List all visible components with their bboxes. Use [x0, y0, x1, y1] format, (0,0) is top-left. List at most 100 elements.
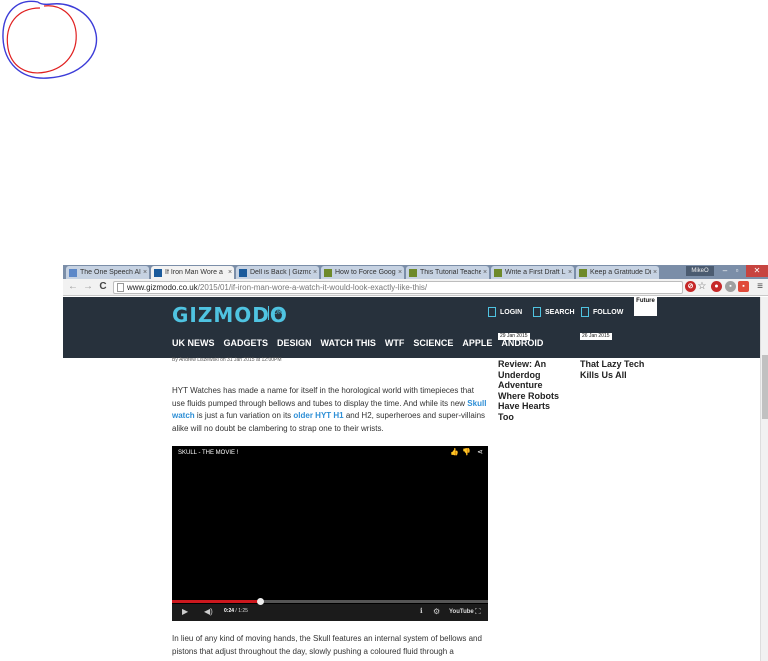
progress-bar[interactable]	[172, 598, 488, 605]
menu-icon[interactable]: ≡	[754, 281, 766, 293]
tab-title: Write a First Draft L	[505, 269, 566, 276]
sidebar-story-line: Adventure	[498, 380, 543, 390]
scribble-red-loop	[6, 5, 77, 74]
back-button[interactable]: ←	[67, 281, 79, 293]
tab-title: How to Force Googl	[335, 269, 396, 276]
article-byline: By Andrew Liszewski on 31 Jan 2015 at 12…	[172, 357, 282, 363]
video-title[interactable]: SKULL - THE MOVIE !	[178, 450, 238, 456]
progress-knob[interactable]	[257, 598, 265, 605]
video-time: 0:24 / 1:25	[224, 608, 248, 614]
user-profile-badge[interactable]: MikeO	[686, 266, 714, 276]
chrome-page-icon	[69, 268, 77, 277]
site-nav-item[interactable]: GADGETS	[224, 338, 269, 348]
video-player[interactable]: SKULL - THE MOVIE ! 👍 👎 ⋖ ▶ ◀) 0:24 / 1:…	[172, 446, 488, 621]
gizmodo-favicon	[154, 268, 162, 277]
tab-close-icon[interactable]: ×	[396, 269, 404, 276]
maximize-button[interactable]: ▫	[728, 265, 746, 277]
site-header: GIZMODO UK LOGIN SEARCH FOLLOW Future UK…	[63, 297, 760, 358]
tab-close-icon[interactable]: ×	[481, 269, 489, 276]
sidebar-story-line: Review: An	[498, 359, 547, 369]
progress-fill	[172, 600, 261, 603]
site-nav-item[interactable]: DESIGN	[277, 338, 312, 348]
like-icon[interactable]: 👍	[450, 449, 459, 457]
youtube-logo[interactable]: YouTube	[449, 607, 474, 617]
bookmark-star-icon[interactable]: ☆	[696, 281, 708, 293]
browser-tab[interactable]: Dell is Back | Gizmo ×	[236, 266, 319, 279]
site-nav-item[interactable]: WTF	[385, 338, 405, 348]
search-icon	[533, 307, 541, 317]
close-window-button[interactable]: ✕	[746, 265, 768, 277]
reload-button[interactable]: C	[97, 281, 109, 293]
browser-tab[interactable]: This Tutorial Teache ×	[406, 266, 489, 279]
video-controls: ▶ ◀) 0:24 / 1:25 ℹ ⚙ YouTube ⛶	[172, 598, 488, 621]
play-icon[interactable]: ▶	[182, 607, 188, 617]
extension-puzzle-icon[interactable]: ▪	[725, 281, 736, 292]
tab-close-icon[interactable]: ×	[566, 269, 574, 276]
forward-button[interactable]: →	[82, 281, 94, 293]
tab-close-icon[interactable]: ×	[651, 269, 659, 276]
info-icon[interactable]: ℹ	[420, 607, 423, 617]
block-icon[interactable]: ⊘	[685, 281, 696, 292]
tab-title: If Iron Man Wore a	[165, 269, 223, 276]
future-badge[interactable]: Future	[634, 297, 657, 316]
site-nav-item[interactable]: WATCH THIS	[321, 338, 376, 348]
browser-tab[interactable]: Keep a Gratitude Dia ×	[576, 266, 659, 279]
tab-close-icon[interactable]: ×	[311, 269, 319, 276]
sidebar-story-1[interactable]: Review: An Underdog Adventure Where Robots H…	[498, 359, 559, 422]
edition-label: UK	[268, 306, 283, 320]
scrollbar-thumb[interactable]	[762, 355, 768, 419]
browser-tab[interactable]: How to Force Googl ×	[321, 266, 404, 279]
share-icon[interactable]: ⋖	[476, 449, 484, 457]
lifehacker-favicon	[409, 268, 417, 277]
site-nav-item[interactable]: APPLE	[462, 338, 492, 348]
dislike-icon[interactable]: 👎	[462, 449, 471, 457]
gizmodo-favicon	[239, 268, 247, 277]
p1-text-a: HYT Watches has made a name for itself i…	[172, 386, 474, 408]
browser-tab[interactable]: Write a First Draft L ×	[491, 266, 574, 279]
time-current: 0:24	[224, 608, 235, 614]
lifehacker-favicon	[494, 268, 502, 277]
page-scrollbar[interactable]	[760, 297, 768, 661]
article-paragraph-2: In lieu of any kind of moving hands, the…	[172, 634, 482, 656]
lifehacker-favicon	[579, 268, 587, 277]
site-nav-item[interactable]: SCIENCE	[413, 338, 453, 348]
site-nav-item[interactable]: UK NEWS	[172, 338, 215, 348]
site-nav: UK NEWS GADGETS DESIGN WATCH THIS WTF SCIENCE…	[172, 338, 552, 348]
sidebar-story-2[interactable]: That Lazy Tech Kills Us All	[580, 359, 644, 380]
browser-toolbar: ← → C www.gizmodo.co.uk/2015/01/if-iron-…	[63, 279, 768, 296]
tab-close-icon[interactable]: ×	[226, 269, 234, 276]
older-hyt-h1-link[interactable]: older HYT H1	[293, 411, 343, 420]
address-bar[interactable]: www.gizmodo.co.uk/2015/01/if-iron-man-wo…	[113, 281, 683, 294]
extension-red-icon[interactable]: ●	[711, 281, 722, 292]
sidebar-story-line: Kills Us All	[580, 369, 627, 380]
page-content: GIZMODO UK LOGIN SEARCH FOLLOW Future UK…	[63, 297, 768, 661]
time-total: 1:25	[238, 608, 248, 614]
sidebar-story-line: That Lazy Tech	[580, 359, 645, 369]
login-label: LOGIN	[500, 308, 523, 316]
tab-close-icon[interactable]: ×	[141, 269, 149, 276]
browser-tab[interactable]: If Iron Man Wore a ×	[151, 266, 234, 279]
sidebar-story-line: Underdog	[498, 369, 541, 380]
extension-orange-icon[interactable]: ▪	[738, 281, 749, 292]
tab-strip: The One Speech Alo × If Iron Man Wore a × De…	[63, 265, 768, 279]
scribble-drawing	[2, 0, 98, 79]
browser-tab[interactable]: The One Speech Alo ×	[66, 266, 149, 279]
sidebar-story-line: Where Robots	[498, 390, 560, 401]
url-path: /2015/01/if-iron-man-wore-a-watch-it-wou…	[197, 283, 428, 292]
scribble-blue-loop	[2, 0, 98, 79]
p1-text-b: is just a fun variation on its	[194, 411, 294, 421]
login-link[interactable]: LOGIN	[488, 307, 522, 317]
address-url: www.gizmodo.co.uk/2015/01/if-iron-man-wo…	[127, 283, 427, 293]
tab-title: This Tutorial Teache	[420, 269, 481, 276]
settings-gear-icon[interactable]: ⚙	[433, 607, 440, 617]
tab-title: The One Speech Alo	[80, 269, 141, 276]
fullscreen-icon[interactable]: ⛶	[475, 607, 481, 617]
follow-link[interactable]: FOLLOW	[581, 307, 623, 317]
search-link[interactable]: SEARCH	[533, 307, 575, 317]
volume-icon[interactable]: ◀)	[204, 607, 213, 617]
browser-window: The One Speech Alo × If Iron Man Wore a × De…	[63, 265, 768, 661]
date-pill-1: 29 Jan 2015	[498, 333, 530, 340]
url-host: www.gizmodo.co.uk	[127, 283, 198, 292]
tab-title: Keep a Gratitude Dia	[590, 269, 651, 276]
login-icon	[488, 307, 496, 317]
